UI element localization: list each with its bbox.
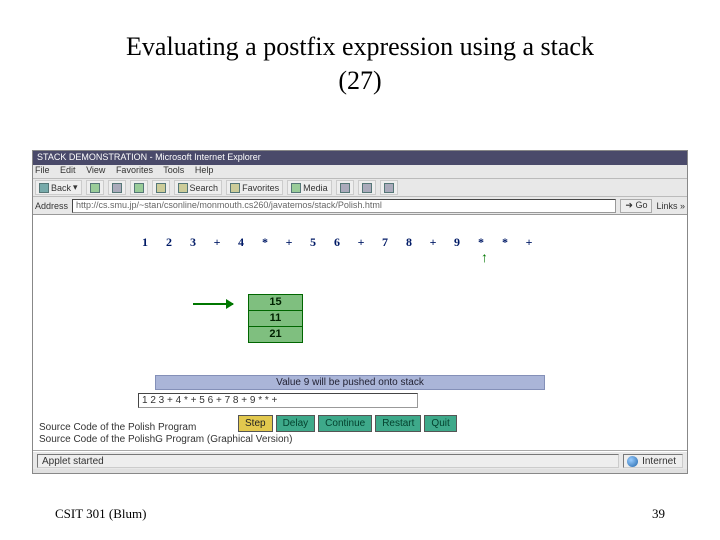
address-bar: Address http://cs.smu.jp/~stan/csonline/… [33,197,687,215]
history-button[interactable] [336,180,354,195]
toolbar: Back ▾ Search Favorites Media [33,179,687,197]
address-input[interactable]: http://cs.smu.jp/~stan/csonline/monmouth… [72,199,616,213]
go-label: Go [635,200,647,210]
token: + [213,235,221,250]
menu-view[interactable]: View [86,165,105,175]
back-label: Back [51,183,71,193]
token: * [261,235,269,250]
menu-tools[interactable]: Tools [163,165,184,175]
stack-cell: 15 [248,294,303,311]
stack-cell: 21 [248,326,303,343]
search-button[interactable]: Search [174,180,223,195]
source-link-2[interactable]: Source Code of the PolishG Program (Grap… [39,434,292,446]
token: 4 [237,235,245,250]
back-button[interactable]: Back ▾ [35,180,82,195]
browser-window: STACK DEMONSTRATION - Microsoft Internet… [32,150,688,474]
menu-edit[interactable]: Edit [60,165,76,175]
favorites-label: Favorites [242,183,279,193]
token: + [429,235,437,250]
token: 6 [333,235,341,250]
title-line-1: Evaluating a postfix expression using a … [126,32,594,61]
token: + [357,235,365,250]
continue-button[interactable]: Continue [318,415,372,432]
refresh-icon [134,183,144,193]
expression-input[interactable]: 1 2 3 + 4 * + 5 6 + 7 8 + 9 * * + [138,393,418,408]
token: 7 [381,235,389,250]
search-icon [178,183,188,193]
restart-button[interactable]: Restart [375,415,421,432]
cursor-up-arrow-icon: ↑ [481,249,488,265]
stack-display: 15 11 21 [248,295,303,343]
links-label[interactable]: Links » [656,201,685,211]
zone-label: Internet [642,456,676,467]
media-label: Media [303,183,328,193]
forward-arrow-icon [90,183,100,193]
menu-help[interactable]: Help [195,165,214,175]
statusbar: Applet started Internet [33,451,687,469]
zone-indicator: Internet [623,454,683,468]
favorites-button[interactable]: Favorites [226,180,283,195]
token-row: 1 2 3 + 4 * + 5 6 + 7 8 + 9 * * + [141,235,533,250]
token: + [525,235,533,250]
status-text: Applet started [37,454,619,468]
applet-area: 1 2 3 + 4 * + 5 6 + 7 8 + 9 * * + ↑ [33,215,687,451]
mail-icon [362,183,372,193]
slide-number: 39 [652,506,665,522]
refresh-button[interactable] [130,180,148,195]
token: 2 [165,235,173,250]
history-icon [340,183,350,193]
mail-button[interactable] [358,180,376,195]
token: 5 [309,235,317,250]
stop-icon [112,183,122,193]
stack-pointer-arrow-icon [193,303,233,305]
footer-left: CSIT 301 (Blum) [55,506,147,522]
token: 1 [141,235,149,250]
slide-title: Evaluating a postfix expression using a … [0,0,720,98]
star-icon [230,183,240,193]
go-button[interactable]: ➜ Go [620,199,652,213]
stop-button[interactable] [108,180,126,195]
source-link-1[interactable]: Source Code of the Polish Program [39,422,292,434]
status-message: Value 9 will be pushed onto stack [155,375,545,390]
home-icon [156,183,166,193]
back-arrow-icon [39,183,49,193]
go-icon: ➜ [625,200,633,210]
token: 8 [405,235,413,250]
print-button[interactable] [380,180,398,195]
home-button[interactable] [152,180,170,195]
token: 3 [189,235,197,250]
dropdown-icon: ▾ [73,182,78,193]
token: 9 [453,235,461,250]
search-label: Search [190,183,219,193]
token: * [501,235,509,250]
menu-file[interactable]: File [35,165,50,175]
media-button[interactable]: Media [287,180,332,195]
menubar: File Edit View Favorites Tools Help [33,165,687,179]
source-links: Source Code of the Polish Program Source… [39,422,292,446]
address-label: Address [35,201,68,211]
media-icon [291,183,301,193]
print-icon [384,183,394,193]
quit-button[interactable]: Quit [424,415,456,432]
window-titlebar: STACK DEMONSTRATION - Microsoft Internet… [33,151,687,165]
forward-button[interactable] [86,180,104,195]
token: * [477,235,485,250]
stack-cell: 11 [248,310,303,327]
title-line-2: (27) [338,66,381,95]
menu-favorites[interactable]: Favorites [116,165,153,175]
token: + [285,235,293,250]
